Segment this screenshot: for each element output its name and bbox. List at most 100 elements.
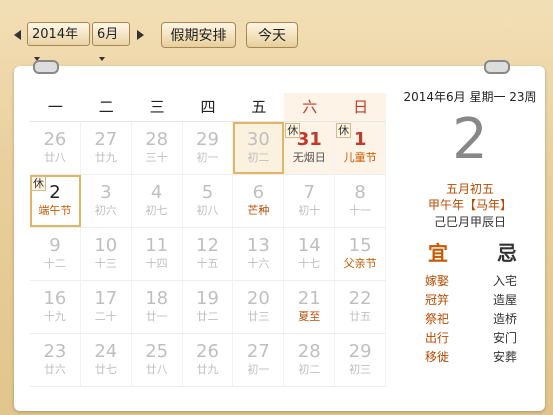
day-cell[interactable]: 19 廿二: [183, 281, 234, 333]
lunar-label: 十一: [349, 204, 372, 217]
lunar-label: 初七: [145, 204, 168, 217]
lunar-label: 初六: [94, 204, 117, 217]
day-cell[interactable]: 28 三十: [132, 122, 183, 174]
ji-item: 安葬: [493, 350, 518, 364]
today-button[interactable]: 今天: [246, 22, 298, 48]
day-cell[interactable]: 29 初三: [335, 334, 387, 386]
weekday-4: 五: [251, 98, 267, 116]
lunar-label: 初八: [196, 204, 219, 217]
weekday-1: 二: [98, 98, 114, 116]
month-day-ganzhi: 己巳月甲辰日: [433, 215, 506, 229]
day-cell[interactable]: 4 初七: [132, 175, 183, 227]
day-cell[interactable]: 22 廿五: [335, 281, 387, 333]
lunar-label: 三十: [145, 151, 168, 164]
year-select[interactable]: 2014年: [27, 22, 90, 61]
day-cell[interactable]: 休 2 端午节: [30, 175, 81, 227]
day-number: 28: [297, 341, 321, 362]
next-month-arrow-icon[interactable]: [137, 30, 144, 40]
day-cell[interactable]: 7 初十: [284, 175, 336, 227]
day-number: 11: [145, 235, 169, 256]
lunar-label: 廿九: [196, 363, 219, 376]
lunar-label: 十九: [43, 310, 66, 323]
day-cell[interactable]: 29 初一: [183, 122, 234, 174]
day-cell[interactable]: 30 初二: [233, 122, 285, 174]
holiday-rest-badge: 休: [336, 123, 352, 138]
day-number: 22: [348, 288, 372, 309]
day-cell[interactable]: 23 廿六: [30, 334, 81, 386]
lunar-label: 父亲节: [343, 257, 377, 270]
lunar-label: 芒种: [247, 204, 270, 217]
day-number: 17: [94, 288, 118, 309]
day-cell[interactable]: 13 十六: [233, 228, 285, 280]
day-number: 3: [100, 182, 112, 203]
ji-item: 安门: [493, 331, 518, 345]
lunar-label: 初一: [196, 151, 219, 164]
day-cell[interactable]: 10 十三: [81, 228, 132, 280]
ji-list: 入宅 造屋 造桥 安门 安葬: [493, 272, 517, 367]
chevron-down-icon: [99, 56, 105, 61]
day-cell[interactable]: 20 廿三: [233, 281, 285, 333]
lunar-label: 十五: [196, 257, 219, 270]
day-number: 13: [246, 235, 270, 256]
day-cell[interactable]: 11 十四: [132, 228, 183, 280]
day-cell[interactable]: 12 十五: [183, 228, 234, 280]
day-cell[interactable]: 26 廿八: [30, 122, 81, 174]
day-cell[interactable]: 14 十七: [284, 228, 336, 280]
day-cell[interactable]: 26 廿九: [183, 334, 234, 386]
lunar-label: 初十: [298, 204, 321, 217]
yi-label: 宜: [428, 241, 448, 265]
lunar-label: 廿八: [145, 363, 168, 376]
day-cell[interactable]: 17 二十: [81, 281, 132, 333]
day-cell[interactable]: 21 夏至: [284, 281, 336, 333]
day-cell[interactable]: 5 初八: [183, 175, 234, 227]
day-number: 10: [94, 235, 118, 256]
day-number: 26: [43, 129, 67, 150]
day-cell[interactable]: 27 廿九: [81, 122, 132, 174]
month-select[interactable]: 6月: [92, 22, 130, 61]
day-number: 27: [246, 341, 270, 362]
day-cell[interactable]: 28 初二: [284, 334, 336, 386]
day-cell[interactable]: 休 31 无烟日: [284, 122, 336, 174]
day-cell[interactable]: 8 十一: [335, 175, 387, 227]
prev-month-arrow-icon[interactable]: [14, 30, 21, 40]
day-cell[interactable]: 18 廿一: [132, 281, 183, 333]
lunar-label: 十二: [43, 257, 66, 270]
yi-item: 祭祀: [425, 312, 450, 326]
yi-list: 嫁娶 冠笄 祭祀 出行 移徙: [425, 272, 449, 367]
toolbar: 2014年 6月 假期安排 今天: [0, 0, 553, 66]
lunar-label: 儿童节: [343, 151, 377, 164]
day-number: 9: [49, 235, 61, 256]
day-cell[interactable]: 9 十二: [30, 228, 81, 280]
binder-ring-icon: [33, 60, 59, 74]
day-number: 26: [196, 341, 219, 362]
day-cell[interactable]: 休 1 儿童节: [335, 122, 387, 174]
day-cell[interactable]: 3 初六: [81, 175, 132, 227]
day-number: 28: [145, 129, 169, 150]
lunar-label: 初三: [349, 363, 372, 376]
day-cell[interactable]: 16 十九: [30, 281, 81, 333]
week-row: 休 2 端午节 3 初六 4 初七 5 初八 6 芒种 7 初十 8 十一: [30, 175, 387, 228]
day-cell[interactable]: 15 父亲节: [335, 228, 387, 280]
ji-item: 造桥: [493, 312, 518, 326]
week-rows: 26 廿八 27 廿九 28 三十 29 初一 30 初二休 31 无烟日休 1 儿童节休 2 端午节 3 初六 4…: [30, 122, 387, 387]
lunar-date: 五月初五: [445, 182, 494, 196]
day-cell[interactable]: 27 初一: [233, 334, 285, 386]
lunar-label: 端午节: [38, 204, 72, 217]
day-cell[interactable]: 24 廿七: [81, 334, 132, 386]
week-row: 9 十二 10 十三 11 十四 12 十五 13 十六 14 十七 15 父亲节: [30, 228, 387, 281]
day-number: 24: [94, 341, 118, 362]
day-number: 5: [201, 182, 214, 203]
day-number: 19: [196, 288, 219, 309]
day-cell[interactable]: 6 芒种: [233, 175, 285, 227]
day-cell[interactable]: 25 廿八: [132, 334, 183, 386]
calendar-widget: 2014年 6月 假期安排 今天 一二三四五六日 26 廿八 27 廿九 28 三十 29 初…: [0, 0, 553, 415]
week-row: 26 廿八 27 廿九 28 三十 29 初一 30 初二休 31 无烟日休 1 儿童节: [30, 122, 387, 175]
day-number: 8: [354, 182, 366, 203]
holiday-schedule-button[interactable]: 假期安排: [161, 22, 236, 48]
lunar-label: 十六: [247, 257, 270, 270]
day-number: 18: [145, 288, 169, 309]
lunar-label: 廿五: [349, 310, 372, 323]
ji-label: 忌: [497, 241, 517, 265]
lunar-label: 廿六: [43, 363, 66, 376]
weekday-header: 一 二 三 四 五六日: [30, 93, 387, 122]
